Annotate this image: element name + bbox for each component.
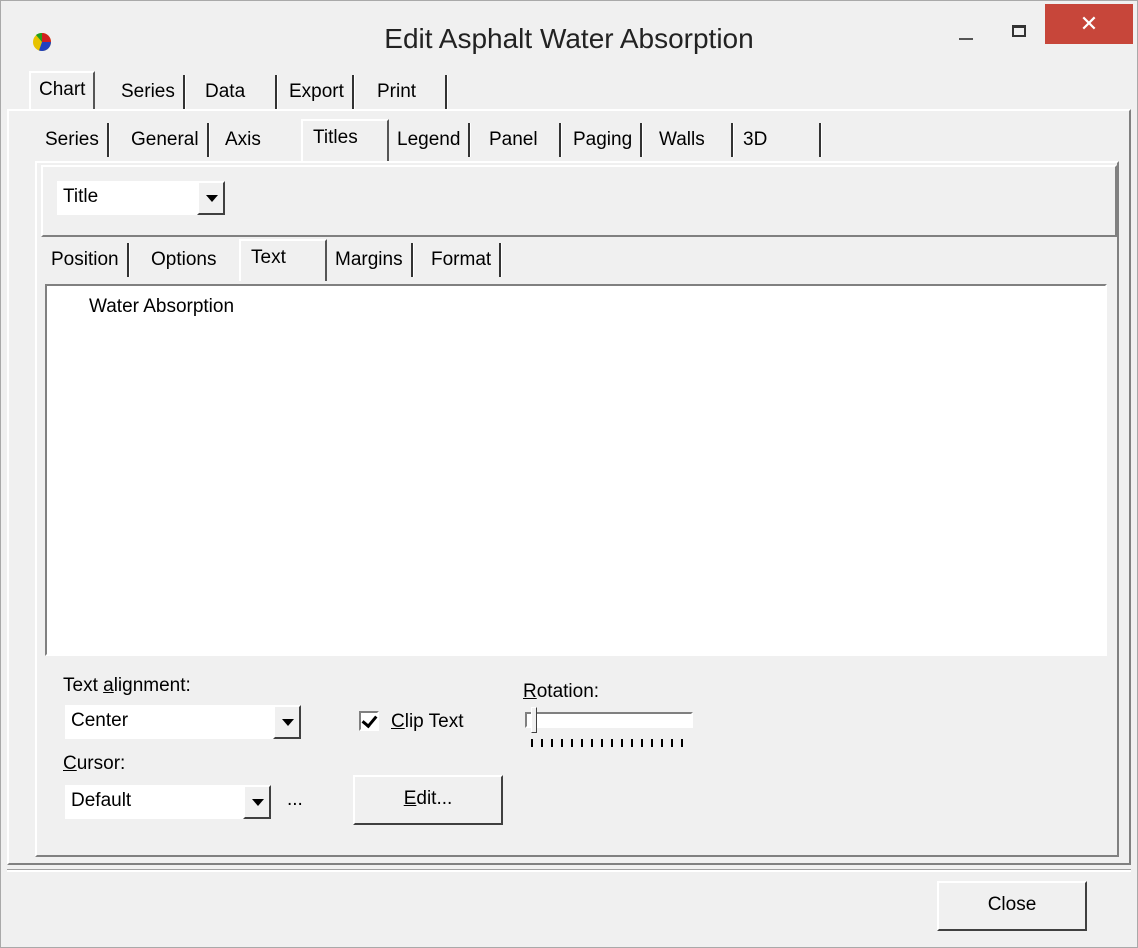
chevron-down-icon[interactable] <box>243 785 271 819</box>
tab-axis-label: Axis <box>225 129 261 150</box>
tab-data-label: Data <box>205 81 246 102</box>
tab-series-top-label: Series <box>121 81 175 102</box>
dialog-window: Edit Asphalt Water Absorption ✕ Chart Se… <box>0 0 1138 948</box>
tab-general-label: General <box>131 129 199 150</box>
tab-text[interactable]: Text <box>239 239 327 281</box>
cursor-value: Default <box>71 790 132 811</box>
tab-paging[interactable]: Paging <box>565 123 643 157</box>
tab-walls[interactable]: Walls <box>651 123 733 157</box>
title-text-memo[interactable]: Water Absorption <box>45 284 1107 656</box>
text-alignment-combo[interactable]: Center <box>65 705 301 739</box>
tab-text-label: Text <box>251 247 286 268</box>
title-type-combo[interactable]: Title <box>57 181 225 215</box>
close-icon[interactable]: ✕ <box>1045 4 1133 44</box>
tab-titles-label: Titles <box>313 127 358 148</box>
tab-format[interactable]: Format <box>423 243 502 277</box>
tab-panel[interactable]: Panel <box>481 123 561 157</box>
tab-general[interactable]: General <box>123 123 209 157</box>
tab-walls-label: Walls <box>659 129 705 150</box>
tab-panel-label: Panel <box>489 129 538 150</box>
chevron-down-icon[interactable] <box>197 181 225 215</box>
tab-position-label: Position <box>51 249 119 270</box>
tab-print-label: Print <box>377 81 417 102</box>
cursor-ellipsis[interactable]: ... <box>287 789 303 811</box>
maximize-icon[interactable] <box>1003 21 1037 45</box>
tab-margins[interactable]: Margins <box>327 243 413 277</box>
chevron-down-icon[interactable] <box>273 705 301 739</box>
title-text-value: Water Absorption <box>89 296 235 317</box>
rotation-slider-thumb[interactable] <box>531 707 537 733</box>
text-alignment-value: Center <box>71 710 129 731</box>
title-type-value: Title <box>63 186 99 207</box>
rotation-slider-ticks <box>531 739 691 747</box>
tab-series-top[interactable]: Series <box>113 75 185 109</box>
minimize-icon[interactable] <box>949 21 983 45</box>
tab-3d-label: 3D <box>743 129 768 150</box>
rotation-slider-track[interactable] <box>525 712 693 728</box>
tab-legend-label: Legend <box>397 129 461 150</box>
text-alignment-label: Text alignment: <box>63 675 191 696</box>
tab-chart[interactable]: Chart <box>29 71 96 111</box>
tab-options[interactable]: Options <box>143 243 224 277</box>
clip-text-checkbox[interactable] <box>359 711 379 731</box>
footer-divider <box>7 869 1131 872</box>
cursor-combo[interactable]: Default <box>65 785 271 819</box>
tab-titles[interactable]: Titles <box>301 119 389 161</box>
cursor-label: Cursor: <box>63 753 126 774</box>
tab-export[interactable]: Export <box>281 75 354 109</box>
tab-margins-label: Margins <box>335 249 403 270</box>
rotation-label: Rotation: <box>523 681 600 702</box>
tab-series-label: Series <box>45 129 99 150</box>
tab-export-label: Export <box>289 81 344 102</box>
tab-3d[interactable]: 3D <box>735 123 821 157</box>
tab-data[interactable]: Data <box>197 75 277 109</box>
title-bar: Edit Asphalt Water Absorption ✕ <box>1 1 1137 77</box>
tab-chart-label: Chart <box>39 79 86 100</box>
tab-paging-label: Paging <box>573 129 633 150</box>
close-button[interactable]: Close <box>937 881 1087 931</box>
tab-print[interactable]: Print <box>369 75 447 109</box>
tab-format-label: Format <box>431 249 492 270</box>
clip-text-label[interactable]: Clip Text <box>391 711 464 733</box>
tab-options-label: Options <box>151 249 217 270</box>
edit-cursor-button[interactable]: Edit... <box>353 775 503 825</box>
tab-position[interactable]: Position <box>43 243 129 277</box>
tab-axis[interactable]: Axis <box>217 123 269 157</box>
tab-legend[interactable]: Legend <box>389 123 471 157</box>
tab-series[interactable]: Series <box>37 123 109 157</box>
